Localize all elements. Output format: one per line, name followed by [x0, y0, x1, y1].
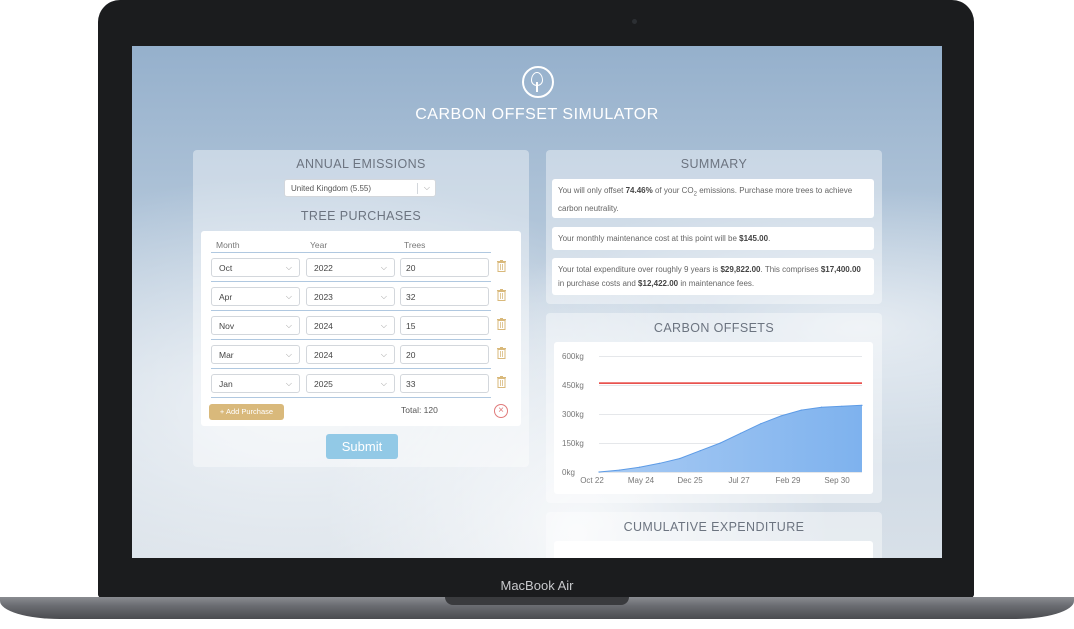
month-select[interactable]: Apr ⌵ [211, 287, 300, 306]
chevron-down-icon: ⌵ [285, 292, 292, 301]
laptop-notch [445, 597, 629, 605]
camera-icon [632, 19, 637, 24]
expenditure-chart [554, 541, 873, 558]
purchase-row: Nov ⌵ 2024 ⌵ 15 [201, 310, 521, 339]
month-select[interactable]: Mar ⌵ [211, 345, 300, 364]
chevron-down-icon: ⌵ [285, 321, 292, 330]
row-divider [211, 252, 491, 253]
offsets-plot [598, 382, 863, 473]
maintenance-summary: Your monthly maintenance cost at this po… [552, 227, 874, 250]
annual-emissions-heading: ANNUAL EMISSIONS [296, 157, 426, 171]
offset-point [659, 462, 661, 464]
offset-point [618, 469, 620, 471]
trees-input[interactable]: 33 [400, 374, 489, 393]
submit-button[interactable]: Submit [326, 434, 398, 459]
chevron-down-icon: ⌵ [285, 263, 292, 272]
purchase-row: Jan ⌵ 2025 ⌵ 33 [201, 368, 521, 397]
offset-point [598, 471, 600, 473]
year-select[interactable]: 2022 ⌵ [306, 258, 395, 277]
column-trees: Trees [404, 240, 426, 250]
carbon-offsets-panel: CARBON OFFSETS 600kg 450kg 300kg 150kg 0… [546, 313, 882, 503]
add-purchase-button[interactable]: + Add Purchase [209, 404, 284, 420]
trees-input[interactable]: 20 [400, 345, 489, 364]
offset-point [740, 432, 742, 434]
offset-point [679, 457, 681, 460]
year-select[interactable]: 2024 ⌵ [306, 345, 395, 364]
summary-panel: SUMMARY You will only offset 74.46% of y… [546, 150, 882, 304]
trees-input[interactable]: 20 [400, 258, 489, 277]
chevron-down-icon: ⌵ [380, 379, 387, 388]
summary-heading: SUMMARY [680, 157, 748, 171]
month-select[interactable]: Nov ⌵ [211, 316, 300, 335]
offset-point [760, 423, 762, 425]
offset-point [820, 406, 823, 408]
device-label: MacBook Air [500, 578, 574, 593]
chevron-down-icon: ⌵ [285, 379, 292, 388]
carbon-offsets-heading: CARBON OFFSETS [653, 321, 775, 335]
expenditure-summary: Your total expenditure over roughly 9 ye… [552, 258, 874, 295]
chevron-down-icon: ⌵ [423, 183, 430, 192]
row-divider [211, 339, 491, 340]
month-select[interactable]: Jan ⌵ [211, 374, 300, 393]
purchase-row: Mar ⌵ 2024 ⌵ 20 [201, 339, 521, 368]
offset-point [841, 405, 843, 407]
trees-input[interactable]: 32 [400, 287, 489, 306]
tree-icon [522, 66, 554, 98]
total-trees: Total: 120 [401, 405, 438, 415]
trash-icon[interactable] [497, 347, 506, 359]
offset-point [800, 409, 802, 411]
trash-icon[interactable] [497, 376, 506, 388]
expenditure-panel: CUMULATIVE EXPENDITURE [546, 512, 882, 558]
emissions-panel: ANNUAL EMISSIONS United Kingdom (5.55) ⌵… [193, 150, 529, 467]
year-select[interactable]: 2024 ⌵ [306, 316, 395, 335]
tree-purchases-heading: TREE PURCHASES [300, 209, 422, 223]
row-divider [211, 397, 491, 398]
chevron-down-icon: ⌵ [380, 321, 387, 330]
column-month: Month [216, 240, 240, 250]
trash-icon[interactable] [497, 318, 506, 330]
trash-icon[interactable] [497, 289, 506, 301]
cumulative-expenditure-heading: CUMULATIVE EXPENDITURE [623, 520, 805, 534]
row-divider [211, 310, 491, 311]
country-value: United Kingdom (5.55) [291, 184, 372, 193]
clear-all-icon[interactable]: × [494, 404, 508, 418]
offset-point [719, 442, 721, 444]
trash-icon[interactable] [497, 260, 506, 272]
offset-point [861, 404, 863, 406]
offset-point [780, 415, 782, 417]
app-screen: CARBON OFFSET SIMULATOR ANNUAL EMISSIONS… [132, 46, 942, 558]
column-year: Year [310, 240, 328, 250]
chevron-down-icon: ⌵ [380, 350, 387, 359]
purchase-row: Oct ⌵ 2022 ⌵ 20 [201, 252, 521, 281]
chevron-down-icon: ⌵ [285, 350, 292, 359]
chevron-down-icon: ⌵ [380, 263, 387, 272]
offset-point [638, 466, 641, 468]
offset-point [699, 450, 701, 452]
select-divider [417, 183, 418, 194]
year-select[interactable]: 2025 ⌵ [306, 374, 395, 393]
month-select[interactable]: Oct ⌵ [211, 258, 300, 277]
app-title: CARBON OFFSET SIMULATOR [415, 106, 659, 123]
offsets-chart: 600kg 450kg 300kg 150kg 0kg Oct 22 May 2… [554, 342, 873, 494]
purchases-table: Month Year Trees Oct ⌵ 2022 ⌵ 20 Apr ⌵ 2023… [201, 231, 521, 426]
row-divider [211, 368, 491, 369]
purchase-row: Apr ⌵ 2023 ⌵ 32 [201, 281, 521, 310]
trees-input[interactable]: 15 [400, 316, 489, 335]
year-select[interactable]: 2023 ⌵ [306, 287, 395, 306]
row-divider [211, 281, 491, 282]
chevron-down-icon: ⌵ [380, 292, 387, 301]
offset-summary: You will only offset 74.46% of your CO2 … [552, 179, 874, 218]
country-select[interactable]: United Kingdom (5.55) ⌵ [284, 179, 436, 197]
